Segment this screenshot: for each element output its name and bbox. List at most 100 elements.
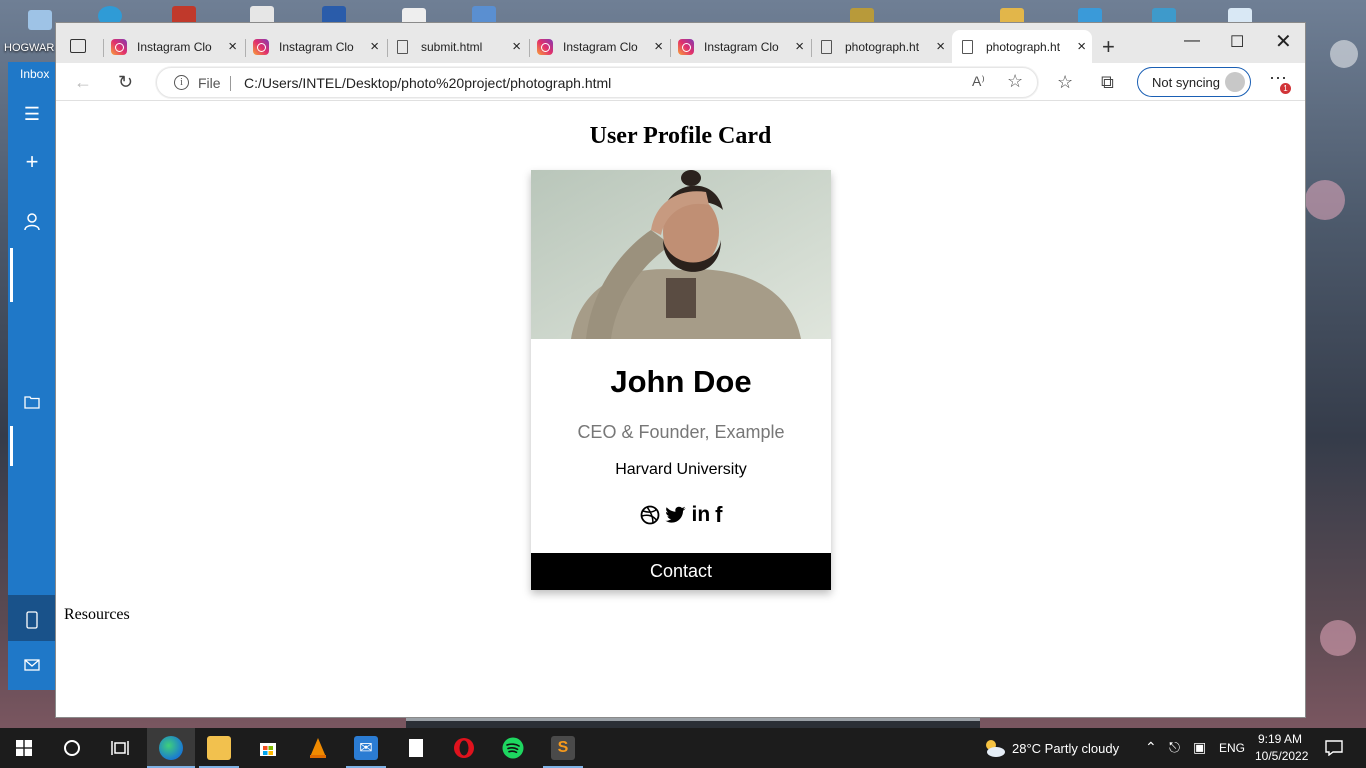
- tab-actions-icon[interactable]: [70, 39, 86, 53]
- tab-instagram-3[interactable]: Instagram Clo ×: [529, 35, 669, 59]
- instagram-icon: [253, 39, 269, 55]
- notepad-icon[interactable]: [404, 736, 428, 760]
- page-title: User Profile Card: [589, 123, 772, 149]
- tab-separator: [529, 39, 530, 57]
- wallpaper-flower: [1320, 620, 1356, 656]
- dribbble-icon[interactable]: [640, 505, 660, 525]
- file-icon: [821, 40, 832, 54]
- vlc-icon[interactable]: [306, 736, 330, 760]
- close-tab-icon[interactable]: ×: [370, 38, 379, 55]
- mail-icon[interactable]: [22, 655, 42, 675]
- taskbar: ✉ S 28°C Partly cloudy ⌃ ⎋ ▣ ENG 9:19 AM…: [0, 728, 1366, 768]
- tab-title: Instagram Clo: [137, 40, 212, 54]
- profile-role: CEO & Founder, Example: [577, 422, 785, 442]
- address-bar[interactable]: i File C:/Users/INTEL/Desktop/photo%20pr…: [156, 67, 1038, 98]
- read-aloud-icon[interactable]: A⁾: [972, 73, 985, 90]
- url-text[interactable]: C:/Users/INTEL/Desktop/photo%20project/p…: [244, 75, 611, 91]
- weather-text[interactable]: 28°C Partly cloudy: [1012, 741, 1119, 756]
- back-icon[interactable]: ←: [74, 72, 92, 93]
- tab-photograph-1[interactable]: photograph.ht ×: [811, 35, 951, 59]
- tab-strip: Instagram Clo × Instagram Clo × submit.h…: [56, 23, 1305, 63]
- computer-icon[interactable]: [28, 10, 52, 30]
- wallpaper-flower: [1330, 40, 1358, 68]
- background-editor-window[interactable]: [406, 718, 980, 728]
- partly-cloudy-icon[interactable]: [982, 736, 1006, 760]
- show-hidden-icons-icon[interactable]: ⌃: [1145, 739, 1157, 756]
- tab-title: photograph.ht: [845, 40, 920, 54]
- mail-app-sidebar: Inbox ☰ +: [8, 62, 55, 690]
- clock-time[interactable]: 9:19 AM: [1258, 732, 1302, 746]
- mobile-icon[interactable]: [22, 610, 42, 630]
- facebook-icon[interactable]: f: [715, 502, 722, 528]
- folder-icon[interactable]: [22, 392, 42, 412]
- collections-icon[interactable]: ⧉: [1101, 72, 1114, 93]
- tab-instagram-4[interactable]: Instagram Clo ×: [670, 35, 810, 59]
- page-viewport: User Profile Card John Doe CEO & Founder…: [56, 102, 1305, 717]
- hamburger-menu-icon[interactable]: ☰: [22, 104, 42, 124]
- minimize-icon[interactable]: —: [1184, 32, 1200, 50]
- instagram-icon: [111, 39, 127, 55]
- network-icon[interactable]: ⎋: [1169, 739, 1180, 756]
- tab-submit[interactable]: submit.html ×: [387, 35, 527, 59]
- task-view-icon[interactable]: [108, 736, 132, 760]
- refresh-icon[interactable]: ↻: [118, 72, 133, 93]
- account-icon[interactable]: [22, 212, 42, 232]
- tab-instagram-2[interactable]: Instagram Clo ×: [245, 35, 385, 59]
- edge-icon[interactable]: [159, 736, 183, 760]
- volume-icon[interactable]: ▣: [1193, 739, 1206, 756]
- close-tab-icon[interactable]: ×: [936, 38, 945, 55]
- profile-name: John Doe: [610, 364, 752, 399]
- close-tab-icon[interactable]: ×: [1077, 38, 1086, 55]
- new-tab-icon[interactable]: +: [1102, 34, 1115, 60]
- add-favorite-icon[interactable]: ☆: [1007, 71, 1023, 92]
- store-icon[interactable]: [256, 736, 280, 760]
- file-icon: [397, 40, 408, 54]
- wallpaper-flower: [1305, 180, 1345, 220]
- close-tab-icon[interactable]: ×: [228, 38, 237, 55]
- close-tab-icon[interactable]: ×: [795, 38, 804, 55]
- tab-separator: [245, 39, 246, 57]
- profile-card: John Doe CEO & Founder, Example Harvard …: [531, 170, 831, 590]
- profile-school: Harvard University: [615, 461, 747, 478]
- tab-separator: [811, 39, 812, 57]
- profile-photo: [531, 170, 831, 339]
- browser-window: Instagram Clo × Instagram Clo × submit.h…: [55, 22, 1306, 718]
- close-window-icon[interactable]: ✕: [1275, 29, 1292, 54]
- info-icon[interactable]: i: [174, 75, 189, 90]
- tab-instagram-1[interactable]: Instagram Clo ×: [103, 35, 243, 59]
- sidebar-indicator: [10, 426, 13, 466]
- contact-button[interactable]: Contact: [531, 553, 831, 590]
- mail-app-icon[interactable]: ✉: [354, 736, 378, 760]
- twitter-icon[interactable]: [665, 506, 687, 524]
- tab-separator: [387, 39, 388, 57]
- sync-label: Not syncing: [1152, 75, 1220, 90]
- tab-separator: [103, 39, 104, 57]
- file-explorer-icon[interactable]: [207, 736, 231, 760]
- language-indicator[interactable]: ENG: [1219, 741, 1245, 755]
- spotify-icon[interactable]: [501, 736, 525, 760]
- favorites-icon[interactable]: ☆: [1057, 72, 1073, 93]
- new-mail-icon[interactable]: +: [22, 149, 42, 174]
- tab-separator: [670, 39, 671, 57]
- browser-toolbar: ← ↻ i File C:/Users/INTEL/Desktop/photo%…: [56, 63, 1305, 101]
- close-tab-icon[interactable]: ×: [512, 38, 521, 55]
- address-divider: [230, 76, 231, 91]
- sublime-text-icon[interactable]: S: [551, 736, 575, 760]
- close-tab-icon[interactable]: ×: [654, 38, 663, 55]
- windows-start-icon[interactable]: [12, 736, 36, 760]
- notifications-icon[interactable]: [1322, 736, 1346, 760]
- linkedin-icon[interactable]: in: [692, 503, 711, 527]
- sync-button[interactable]: Not syncing: [1137, 67, 1251, 97]
- tab-title: Instagram Clo: [704, 40, 779, 54]
- tab-photograph-active[interactable]: photograph.ht ×: [952, 30, 1092, 63]
- opera-icon[interactable]: [452, 736, 476, 760]
- clock-date[interactable]: 10/5/2022: [1255, 749, 1308, 763]
- sidebar-indicator: [10, 248, 13, 302]
- scheme-label: File: [198, 75, 221, 91]
- search-icon[interactable]: [60, 736, 84, 760]
- tab-title: Instagram Clo: [279, 40, 354, 54]
- file-icon: [962, 39, 973, 54]
- tab-title: photograph.ht: [986, 39, 1061, 54]
- inbox-label[interactable]: Inbox: [20, 67, 49, 81]
- maximize-icon[interactable]: ☐: [1230, 32, 1244, 52]
